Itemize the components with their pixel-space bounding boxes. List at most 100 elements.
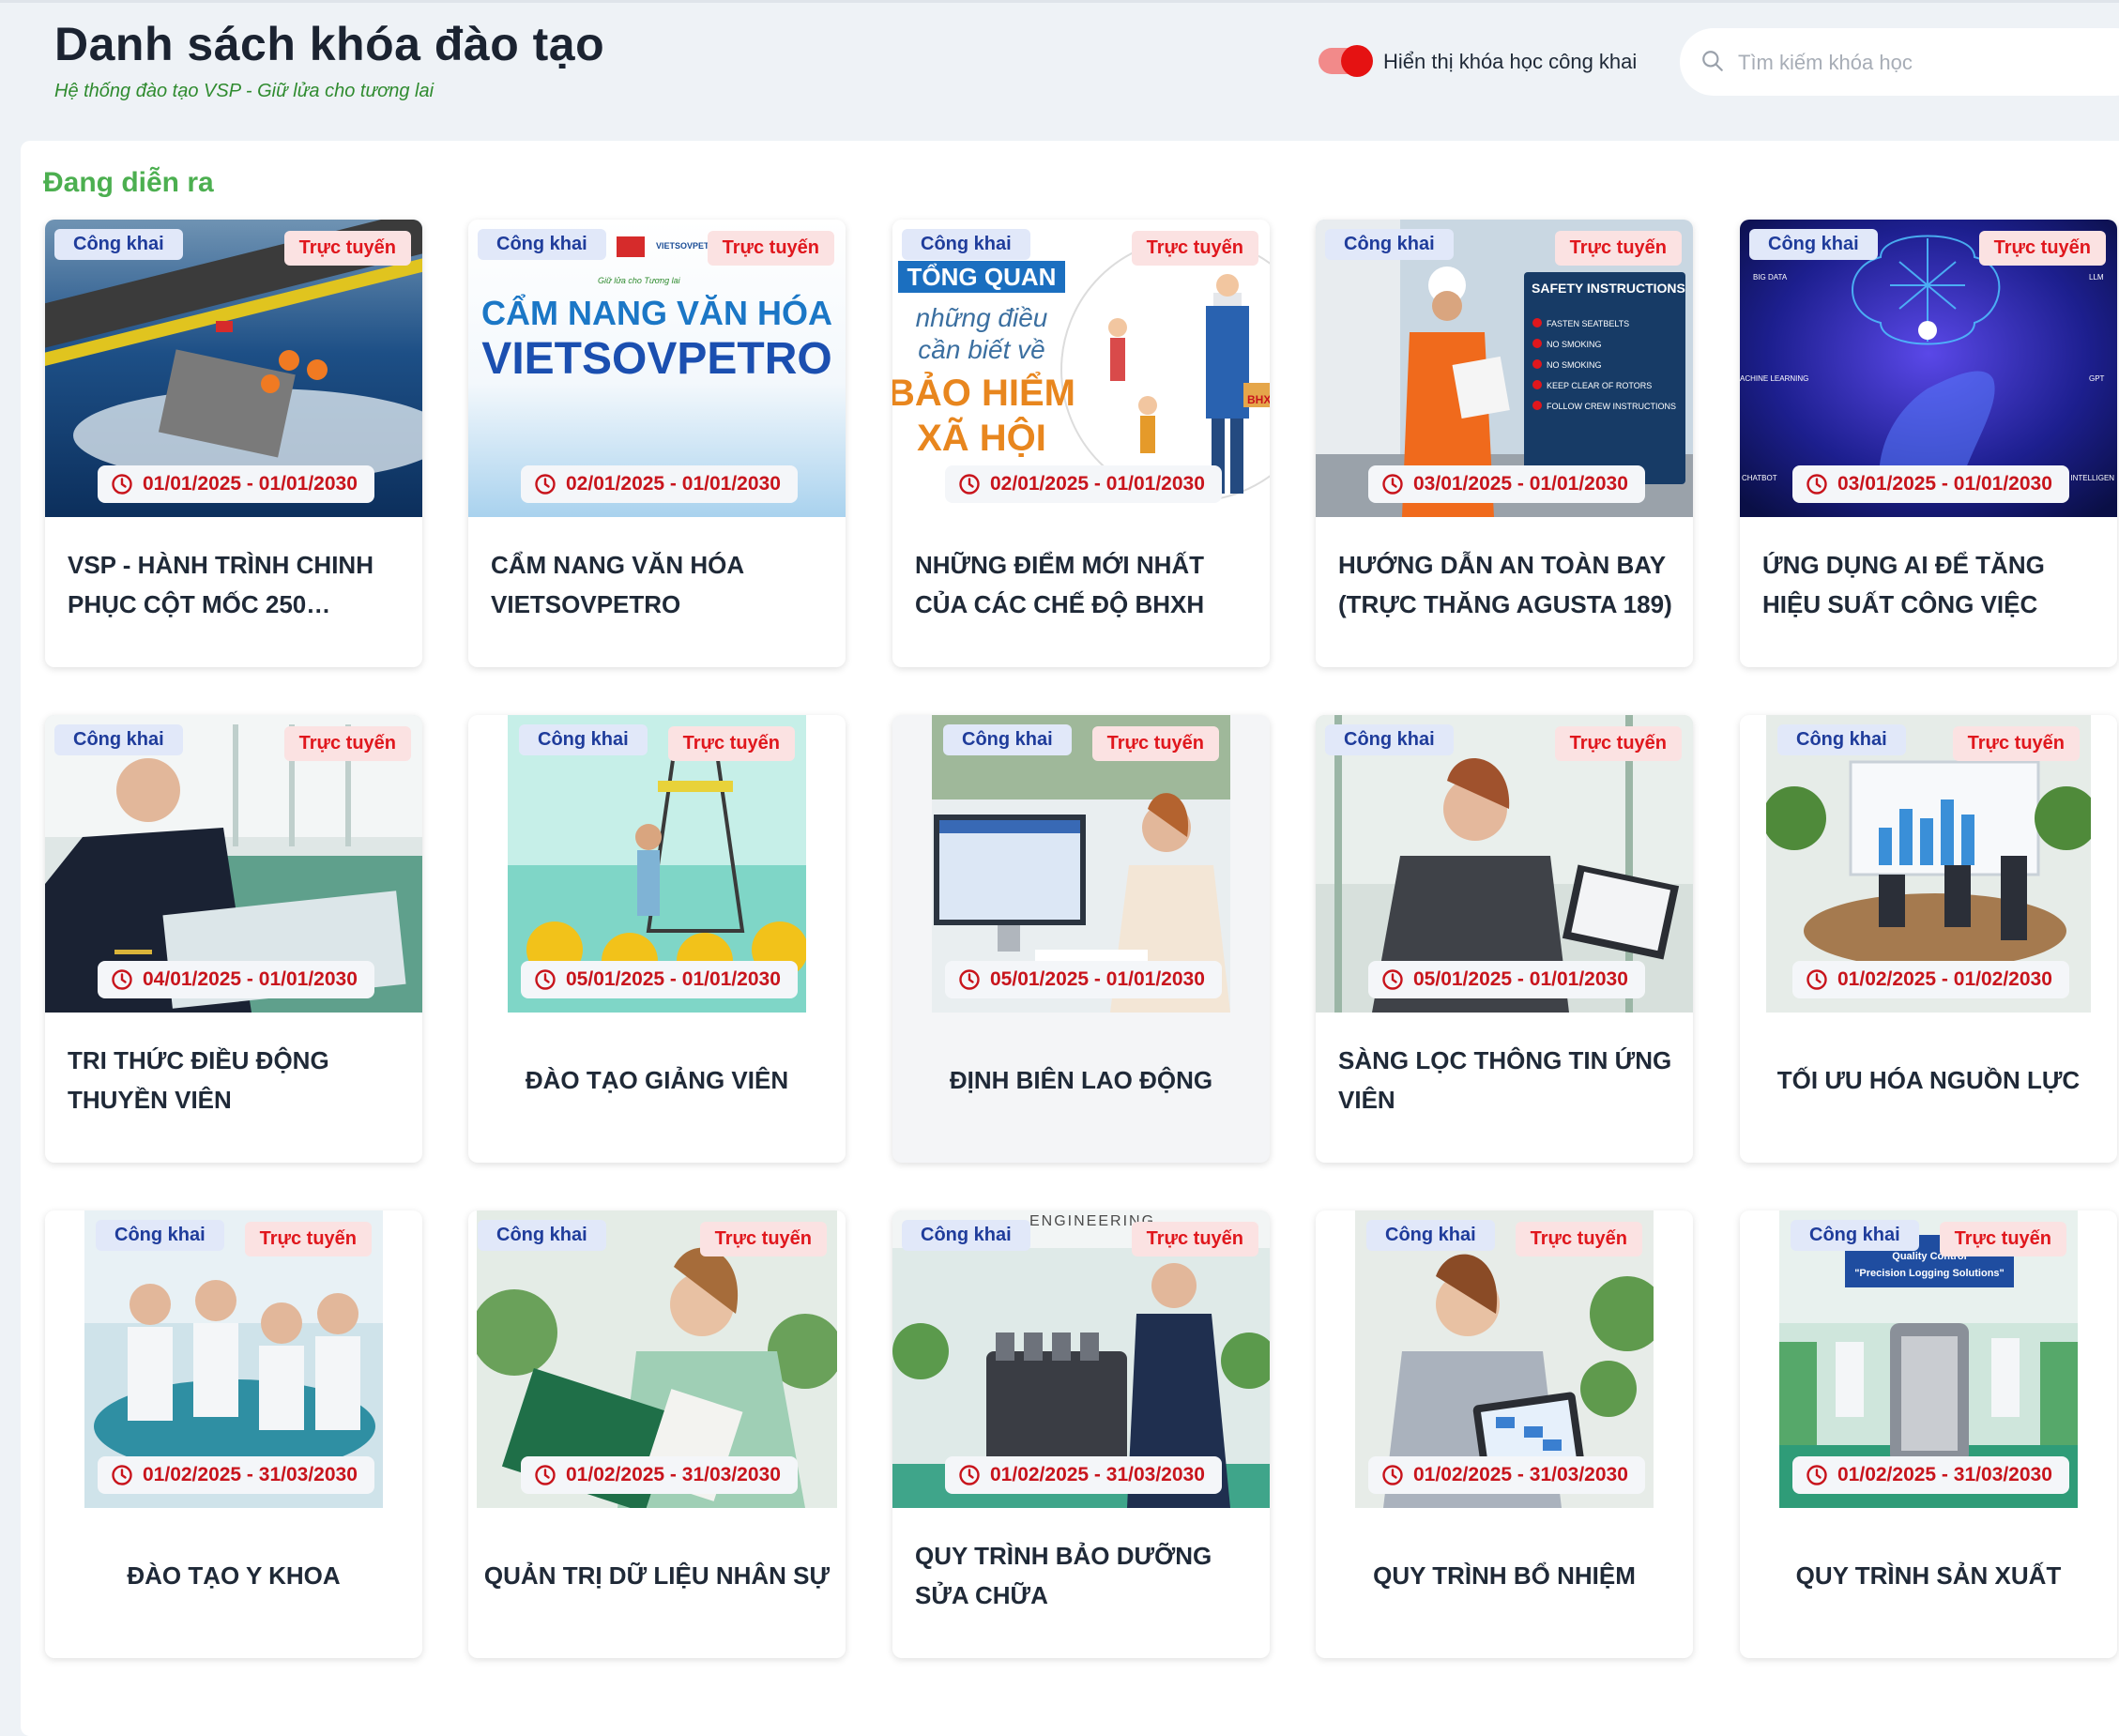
course-title: TỐI ƯU HÓA NGUỒN LỰC [1776,1066,2081,1094]
online-badge: Trực tuyến [1939,1222,2066,1256]
svg-text:SAFETY INSTRUCTIONS: SAFETY INSTRUCTIONS [1532,281,1685,296]
date-range: 03/01/2025 - 01/01/2030 [1368,465,1645,503]
course-card[interactable]: Công khai Trực tuyến 01/02/2025 - 31/03/… [45,1211,422,1658]
search-box[interactable] [1680,28,2119,96]
public-badge: Công khai [478,1220,606,1251]
online-badge: Trực tuyến [1131,1222,1258,1256]
clock-icon [1382,474,1403,495]
svg-text:"Precision Logging Solutions": "Precision Logging Solutions" [1854,1268,2005,1279]
public-badge: Công khai [1791,1220,1919,1251]
svg-text:KEEP CLEAR OF ROTORS: KEEP CLEAR OF ROTORS [1547,381,1652,390]
date-range: 01/02/2025 - 31/03/2030 [98,1456,374,1494]
clock-icon [1806,969,1827,990]
page-subtitle: Hệ thống đào tạo VSP - Giữ lửa cho tương… [54,81,434,101]
svg-text:BIG DATA: BIG DATA [1753,273,1788,282]
online-badge: Trực tuyến [283,231,411,266]
page-header: Danh sách khóa đào tạo Hệ thống đào tạo … [0,0,2119,141]
clock-icon [1382,969,1403,990]
course-card[interactable]: TỔNG QUAN những điều cần biết về BẢO HIỂ… [892,220,1270,667]
course-title: ĐÀO TẠO GIẢNG VIÊN [525,1066,789,1094]
online-badge: Trực tuyến [1131,231,1258,266]
course-card[interactable]: BIG DATA LLM ACHINE LEARNING GPT CHATBOT… [1740,220,2117,667]
date-range: 05/01/2025 - 01/01/2030 [521,961,798,998]
date-range: 03/01/2025 - 01/01/2030 [1792,465,2069,503]
course-card[interactable]: Công khai Trực tuyến 01/01/2025 - 01/01/… [45,220,422,667]
search-input[interactable] [1736,43,2115,83]
svg-text:Giữ lửa cho Tương lai: Giữ lửa cho Tương lai [598,276,681,285]
date-range-text: 01/02/2025 - 01/02/2030 [1837,968,2052,990]
course-card[interactable]: Công khai Trực tuyến 05/01/2025 - 01/01/… [1316,715,1693,1163]
course-card[interactable]: Công khai Trực tuyến 01/02/2025 - 31/03/… [468,1211,846,1658]
date-range: 05/01/2025 - 01/01/2030 [945,961,1222,998]
online-badge: Trực tuyến [1554,726,1682,761]
course-title: QUY TRÌNH BẢO DƯỠNG SỬA CHỮA [915,1542,1212,1609]
date-range: 01/02/2025 - 01/02/2030 [1792,961,2069,998]
clock-icon [535,969,556,990]
course-title: QUY TRÌNH BỔ NHIỆM [1373,1561,1636,1590]
course-card[interactable]: Công khai Trực tuyến 04/01/2025 - 01/01/… [45,715,422,1163]
date-range-text: 01/02/2025 - 31/03/2030 [1413,1464,1628,1485]
toggle-label: Hiển thị khóa học công khai [1383,50,1638,73]
date-range: 02/01/2025 - 01/01/2030 [521,465,798,503]
course-title: SÀNG LỌC THÔNG TIN ỨNG VIÊN [1338,1046,1672,1114]
public-courses-toggle[interactable] [1319,45,1373,77]
svg-text:NO SMOKING: NO SMOKING [1547,360,1602,370]
public-badge: Công khai [478,229,606,260]
date-range-text: 02/01/2025 - 01/01/2030 [566,473,781,495]
date-range-text: 01/01/2025 - 01/01/2030 [143,473,358,495]
course-card[interactable]: Công khai Trực tuyến 05/01/2025 - 01/01/… [892,715,1270,1163]
svg-text:CHATBOT: CHATBOT [1742,474,1777,482]
course-card[interactable]: Công khai Trực tuyến 05/01/2025 - 01/01/… [468,715,846,1163]
course-card[interactable]: SAFETY INSTRUCTIONS FASTEN SEATBELTS NO … [1316,220,1693,667]
public-badge: Công khai [54,229,183,260]
clock-icon [1382,1465,1403,1485]
svg-text:cần biết về: cần biết về [918,335,1044,364]
course-card[interactable]: VIETSOVPETRO Giữ lửa cho Tương lai CẨM N… [468,220,846,667]
date-range-text: 05/01/2025 - 01/01/2030 [566,968,781,990]
course-card[interactable]: ENGINEERING Công khai Trực tuyến 01/02/2… [892,1211,1270,1658]
public-badge: Công khai [1366,1220,1495,1251]
date-range: 01/02/2025 - 31/03/2030 [1792,1456,2069,1494]
date-range-text: 01/02/2025 - 31/03/2030 [143,1464,358,1485]
online-badge: Trực tuyến [283,726,411,761]
clock-icon [959,969,980,990]
course-title: QUY TRÌNH SẢN XUẤT [1795,1561,2062,1590]
course-title: NHỮNG ĐIỂM MỚI NHẤT CỦA CÁC CHẾ ĐỘ BHXH [915,551,1205,618]
clock-icon [535,474,556,495]
course-card[interactable]: Quality Control "Precision Logging Solut… [1740,1211,2117,1658]
public-badge: Công khai [902,229,1030,260]
public-badge: Công khai [1777,724,1906,755]
svg-text:CẨM NANG VĂN HÓA: CẨM NANG VĂN HÓA [481,293,832,332]
clock-icon [959,474,980,495]
svg-text:những điều: những điều [916,303,1048,332]
svg-text:GPT: GPT [2089,374,2105,383]
course-title: CẨM NANG VĂN HÓA VIETSOVPETRO [491,551,744,618]
public-badge: Công khai [1749,229,1878,260]
date-range: 01/02/2025 - 31/03/2030 [945,1456,1222,1494]
clock-icon [1806,474,1827,495]
public-badge: Công khai [54,724,183,755]
online-badge: Trực tuyến [1952,726,2080,761]
clock-icon [112,474,132,495]
course-title: ĐỊNH BIÊN LAO ĐỘNG [949,1066,1213,1094]
date-range-text: 03/01/2025 - 01/01/2030 [1413,473,1628,495]
date-range-text: 05/01/2025 - 01/01/2030 [990,968,1205,990]
date-range-text: 01/02/2025 - 31/03/2030 [566,1464,781,1485]
clock-icon [112,1465,132,1485]
online-badge: Trực tuyến [1978,231,2106,266]
online-badge: Trực tuyến [1515,1222,1642,1256]
course-card[interactable]: Công khai Trực tuyến 01/02/2025 - 31/03/… [1316,1211,1693,1658]
public-badge: Công khai [96,1220,224,1251]
public-badge: Công khai [1325,724,1454,755]
online-badge: Trực tuyến [1091,726,1219,761]
date-range: 01/01/2025 - 01/01/2030 [98,465,374,503]
course-card[interactable]: Công khai Trực tuyến 01/02/2025 - 01/02/… [1740,715,2117,1163]
clock-icon [1806,1465,1827,1485]
clock-icon [112,969,132,990]
svg-text:XÃ HỘI: XÃ HỘI [917,416,1046,459]
course-title: TRI THỨC ĐIỀU ĐỘNG THUYỀN VIÊN [68,1046,329,1114]
svg-text:BHXH: BHXH [1247,393,1270,406]
date-range: 01/02/2025 - 31/03/2030 [1368,1456,1645,1494]
date-range-text: 05/01/2025 - 01/01/2030 [1413,968,1628,990]
date-range-text: 03/01/2025 - 01/01/2030 [1837,473,2052,495]
